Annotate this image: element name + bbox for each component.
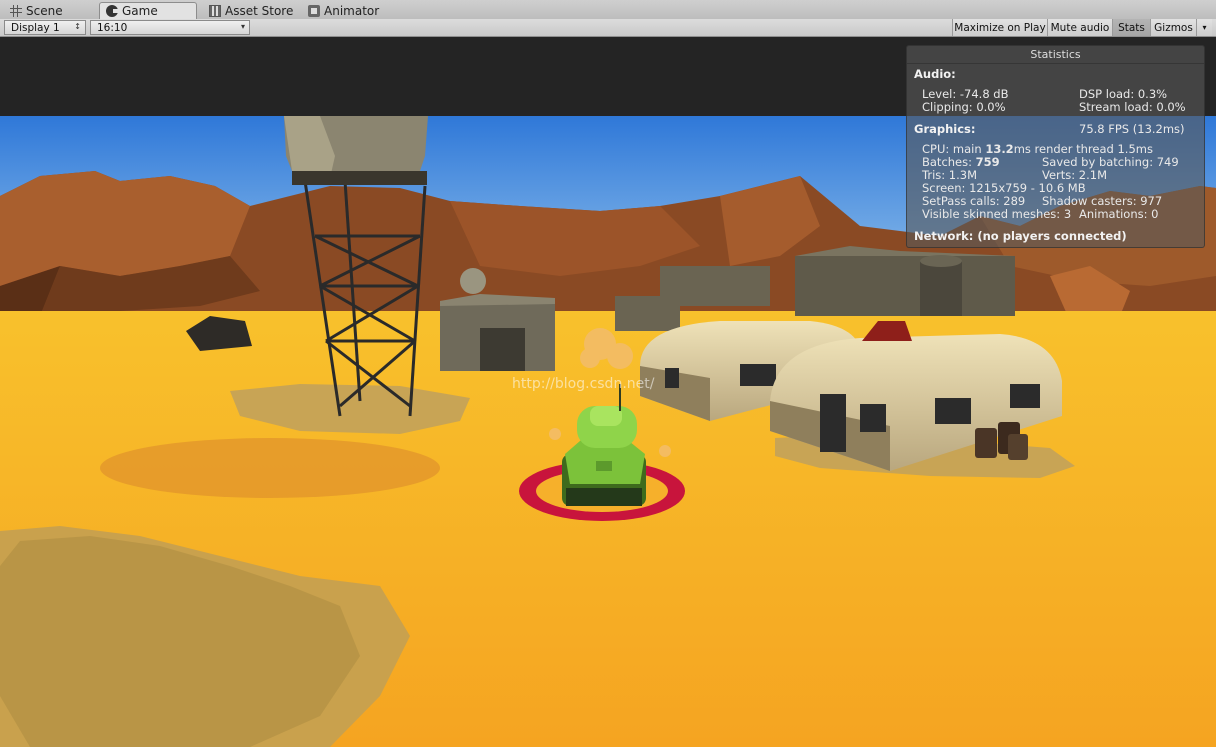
maximize-on-play-button[interactable]: Maximize on Play [952,19,1047,36]
stats-button[interactable]: Stats [1112,19,1150,36]
cpu-suffix: ms render thread 1.5ms [1013,142,1153,156]
tab-asset-store-label: Asset Store [225,3,294,18]
stream-load: Stream load: 0.0% [1079,100,1186,114]
mute-audio-button[interactable]: Mute audio [1047,19,1112,36]
cpu-main-value: 13.2 [985,142,1014,156]
tab-animator-label: Animator [324,3,380,18]
chevron-down-icon: ▾ [1202,23,1207,32]
chevron-down-icon: ▾ [240,22,245,31]
fps-value: 75.8 FPS (13.2ms) [1079,122,1185,136]
tab-scene[interactable]: Scene [4,2,69,19]
pacman-icon [106,5,119,17]
tab-animator[interactable]: Animator [302,2,385,19]
store-icon [209,4,221,17]
graphics-header: Graphics: [914,122,976,136]
aspect-dropdown-value: 16:10 [97,21,128,34]
network-status: Network: (no players connected) [914,229,1127,243]
tower-shadow [100,438,440,498]
audio-clipping: Clipping: 0.0% [922,100,1006,114]
statistics-divider [907,63,1204,64]
animations-stat: Animations: 0 [1079,207,1159,221]
updown-icon: ↕ [74,22,81,31]
game-view-toolbar: Display 1 ↕ 16:10 ▾ Maximize on Play Mut… [0,19,1216,37]
statistics-title: Statistics [1030,48,1081,61]
editor-tab-bar: Scene Game Asset Store Animator [0,0,1216,20]
batches-value: 759 [975,155,1000,169]
tab-asset-store[interactable]: Asset Store [203,2,299,19]
cpu-prefix: CPU: main [922,142,986,156]
aspect-dropdown[interactable]: 16:10 ▾ [90,20,250,35]
display-dropdown[interactable]: Display 1 ↕ [4,20,86,35]
tab-game[interactable]: Game [99,2,197,19]
display-dropdown-value: Display 1 [11,21,60,34]
tab-game-label: Game [122,4,158,18]
water-tank [284,116,428,185]
audio-header: Audio: [914,67,956,81]
grid-icon [10,4,22,17]
skinned-meshes-stat: Visible skinned meshes: 3 [922,207,1072,221]
animator-icon [308,4,320,17]
gizmos-button[interactable]: Gizmos [1150,19,1196,36]
gizmos-dropdown-arrow[interactable]: ▾ [1196,19,1212,36]
tab-scene-label: Scene [26,3,63,18]
watermark-text: http://blog.csdn.net/ [512,376,655,392]
statistics-panel: Statistics Audio: Level: -74.8 dB DSP lo… [906,45,1205,248]
batches-prefix: Batches: [922,155,976,169]
